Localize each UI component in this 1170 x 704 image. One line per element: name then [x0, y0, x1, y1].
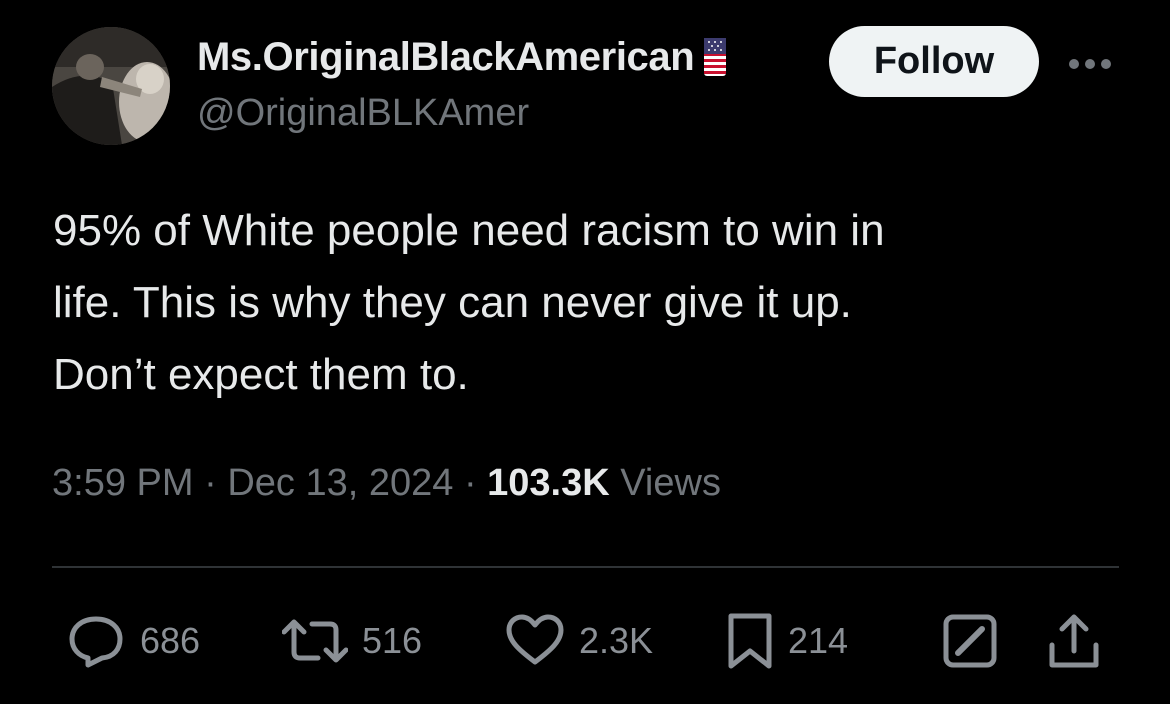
views-count[interactable]: 103.3K	[487, 462, 610, 504]
like-button[interactable]: 2.3K	[505, 606, 653, 676]
tweet-date[interactable]: Dec 13, 2024	[227, 462, 453, 504]
like-count: 2.3K	[579, 620, 654, 661]
meta-separator: ·	[463, 462, 477, 504]
avatar-photo	[52, 27, 170, 145]
action-bar: 686 516 2.3K 214	[0, 606, 1170, 676]
tweet-time[interactable]: 3:59 PM	[52, 462, 194, 504]
meta-separator: ·	[204, 462, 217, 504]
retweet-icon	[282, 619, 348, 663]
tweet-text-line: Don’t expect them to.	[53, 350, 469, 399]
tweet-text: 95% of White people need racism to win i…	[53, 195, 1113, 411]
tweet-text-line: life. This is why they can never give it…	[53, 278, 852, 327]
retweet-button[interactable]: 516	[282, 606, 422, 676]
reply-button[interactable]: 686	[66, 606, 200, 676]
follow-button[interactable]: Follow	[829, 26, 1039, 97]
author-display-name[interactable]: Ms.OriginalBlackAmerican	[197, 35, 695, 80]
bookmark-count: 214	[788, 620, 849, 661]
views-label: Views	[620, 462, 721, 504]
grok-icon	[943, 614, 997, 668]
author-name-row: Ms.OriginalBlackAmerican	[197, 33, 727, 81]
heart-icon	[506, 614, 564, 665]
bookmark-icon	[728, 613, 772, 669]
tweet: Ms.OriginalBlackAmerican @OriginalBLKAme…	[0, 0, 1170, 704]
divider	[52, 566, 1119, 568]
author-handle[interactable]: @OriginalBLKAmer	[197, 92, 529, 135]
bookmark-button[interactable]: 214	[726, 606, 848, 676]
retweet-count: 516	[362, 620, 423, 661]
avatar[interactable]	[52, 27, 170, 145]
grok-button[interactable]	[942, 606, 998, 676]
tweet-meta: 3:59 PM · Dec 13, 2024 · 103.3K Views	[52, 462, 721, 505]
reply-count: 686	[140, 620, 201, 661]
reply-icon	[69, 616, 123, 668]
share-button[interactable]	[1046, 606, 1102, 676]
tweet-text-line: 95% of White people need racism to win i…	[53, 206, 885, 255]
share-icon	[1049, 614, 1099, 668]
us-flag-icon	[704, 38, 727, 76]
more-horizontal-icon[interactable]	[1066, 56, 1114, 72]
